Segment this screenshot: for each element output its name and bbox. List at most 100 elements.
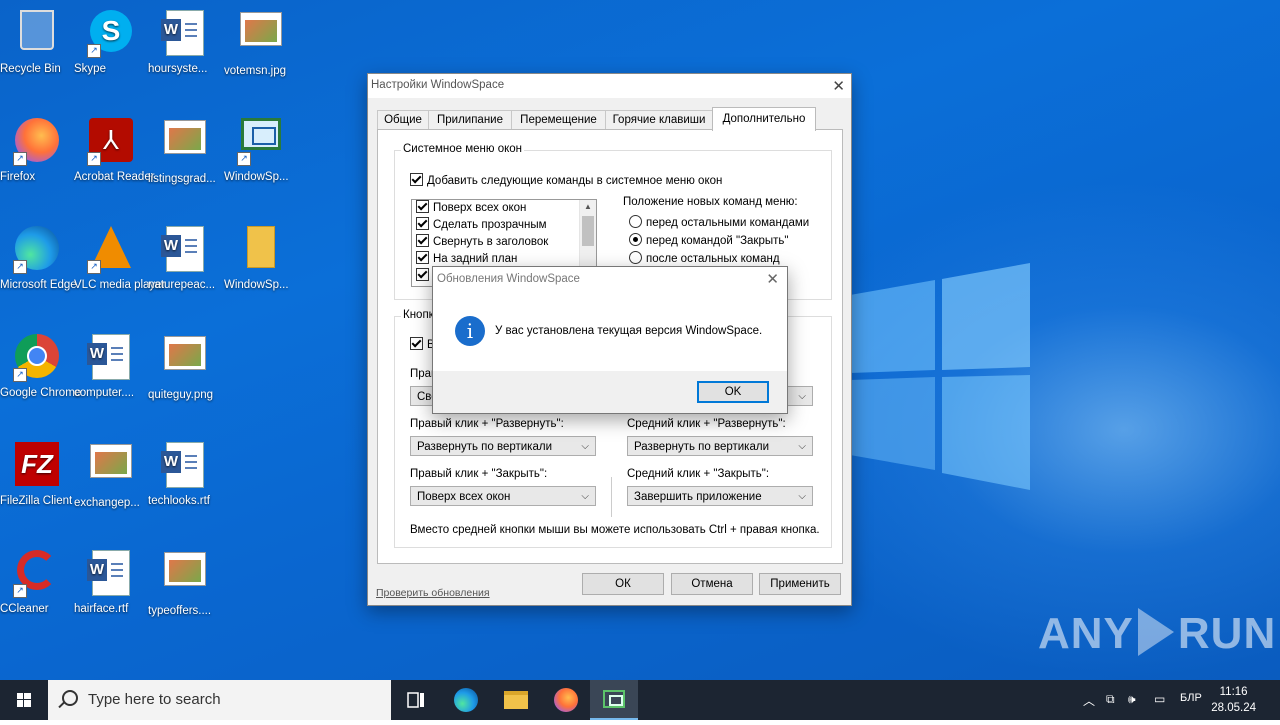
desktop-icon-chrome[interactable]: ↗ Google Chrome bbox=[0, 328, 81, 399]
desktop-icon-listingsgrad[interactable]: listingsgrad... bbox=[148, 112, 222, 185]
desktop-icon-recycle-bin[interactable]: Recycle Bin bbox=[0, 4, 74, 75]
chevron-down-icon: ⌵ bbox=[798, 391, 806, 402]
desktop-icon-label: Acrobat Reader bbox=[74, 171, 155, 183]
checkbox-checked-icon bbox=[416, 234, 429, 247]
desktop-icon-firefox[interactable]: ↗ Firefox bbox=[0, 112, 74, 183]
right-max-select[interactable]: Развернуть по вертикали ⌵ bbox=[410, 436, 596, 456]
desktop-icon-windowspace-folder[interactable]: WindowSp... bbox=[224, 220, 298, 291]
desktop-icon-windowspace-shortcut[interactable]: ↗ WindowSp... bbox=[224, 112, 298, 183]
tab-moving[interactable]: Перемещение bbox=[511, 110, 606, 130]
desktop-icon-vlc[interactable]: ↗ VLC media player bbox=[74, 220, 165, 291]
chevron-up-icon[interactable]: ︿ bbox=[1083, 692, 1095, 709]
list-item-label: Свернуть в заголовок bbox=[433, 236, 549, 248]
ok-button[interactable]: ОК bbox=[582, 573, 664, 595]
popup-ok-button[interactable]: OK bbox=[697, 381, 769, 403]
desktop-icon-quiteguy[interactable]: quiteguy.png bbox=[148, 328, 222, 401]
apply-button[interactable]: Применить bbox=[759, 573, 841, 595]
list-item-label: На задний план bbox=[433, 253, 518, 265]
select-value: Развернуть по вертикали bbox=[634, 441, 769, 453]
desktop-icon-techlooks[interactable]: W techlooks.rtf bbox=[148, 436, 222, 507]
taskbar-windowspace[interactable] bbox=[590, 680, 638, 720]
task-view-button[interactable] bbox=[392, 680, 440, 720]
desktop-icon-naturepeac[interactable]: W naturepeac... bbox=[148, 220, 222, 291]
desktop-icon-label: listingsgrad... bbox=[148, 173, 216, 185]
list-item[interactable]: Поверх всех окон bbox=[412, 200, 596, 217]
right-close-select[interactable]: Поверх всех окон ⌵ bbox=[410, 486, 596, 506]
scroll-up-icon[interactable]: ▲ bbox=[580, 200, 596, 214]
check-updates-link[interactable]: Проверить обновления bbox=[376, 587, 490, 599]
desktop-icon-skype[interactable]: S ↗ Skype bbox=[74, 4, 148, 75]
play-icon bbox=[1137, 608, 1174, 656]
radio-label: после остальных команд bbox=[646, 253, 780, 265]
vlc-icon: ↗ bbox=[87, 226, 135, 274]
windowspace-icon bbox=[603, 690, 625, 708]
select-value: Развернуть по вертикали bbox=[417, 441, 552, 453]
image-file-icon bbox=[161, 120, 209, 168]
desktop-icon-filezilla[interactable]: FZ FileZilla Client bbox=[0, 436, 74, 507]
scroll-thumb[interactable] bbox=[582, 216, 594, 246]
popup-title: Обновления WindowSpace bbox=[437, 273, 580, 285]
windows-icon bbox=[17, 693, 31, 707]
taskbar-file-explorer[interactable] bbox=[492, 680, 540, 720]
image-file-icon bbox=[87, 444, 135, 492]
select-value: Завершить приложение bbox=[634, 491, 762, 503]
volume-icon[interactable]: 🕪 bbox=[1128, 692, 1136, 707]
desktop-icon-label: votemsn.jpg bbox=[224, 65, 287, 77]
desktop-icon-edge[interactable]: ↗ Microsoft Edge bbox=[0, 220, 77, 291]
desktop-icon-acrobat[interactable]: ⅄ ↗ Acrobat Reader bbox=[74, 112, 155, 183]
desktop-icon-label: FileZilla Client bbox=[0, 495, 73, 507]
word-document-icon: W bbox=[161, 10, 209, 58]
image-file-icon bbox=[161, 336, 209, 384]
desktop-icon-votemsn[interactable]: votemsn.jpg bbox=[224, 4, 298, 77]
middle-close-label: Средний клик + "Закрыть": bbox=[627, 468, 770, 480]
desktop-icon-typeoffers[interactable]: typeoffers.... bbox=[148, 544, 222, 617]
desktop-icon-label: exchangep... bbox=[74, 497, 140, 509]
add-commands-checkbox[interactable]: Добавить следующие команды в системное м… bbox=[410, 173, 722, 187]
desktop-icon-exchangep[interactable]: exchangep... bbox=[74, 436, 148, 509]
chevron-down-icon: ⌵ bbox=[581, 441, 589, 452]
close-icon[interactable]: ✕ bbox=[832, 77, 845, 95]
desktop-icon-label: Microsoft Edge bbox=[0, 279, 77, 291]
checkbox-checked-icon bbox=[416, 268, 429, 281]
middle-max-select[interactable]: Развернуть по вертикали ⌵ bbox=[627, 436, 813, 456]
list-item[interactable]: Свернуть в заголовок bbox=[412, 234, 596, 251]
tab-snapping[interactable]: Прилипание bbox=[428, 110, 512, 130]
taskbar-search-box[interactable]: Type here to search bbox=[48, 680, 391, 720]
position-radio-after-all[interactable]: после остальных команд bbox=[629, 251, 780, 265]
meet-now-icon[interactable]: ⧉ bbox=[1106, 692, 1115, 707]
list-item[interactable]: Сделать прозрачным bbox=[412, 217, 596, 234]
tab-general[interactable]: Общие bbox=[377, 110, 429, 130]
desktop-icon-hoursyste[interactable]: W hoursyste... bbox=[148, 4, 222, 75]
dialog-titlebar[interactable]: Настройки WindowSpace ✕ bbox=[368, 74, 851, 98]
language-indicator[interactable]: БЛР bbox=[1180, 692, 1202, 704]
desktop-icon-label: WindowSp... bbox=[224, 279, 289, 291]
radio-label: перед командой "Закрыть" bbox=[646, 235, 789, 247]
network-icon[interactable]: ▭ bbox=[1154, 692, 1165, 706]
cancel-button[interactable]: Отмена bbox=[671, 573, 753, 595]
desktop-icon-hairface[interactable]: W hairface.rtf bbox=[74, 544, 148, 615]
position-radio-before-close[interactable]: перед командой "Закрыть" bbox=[629, 233, 788, 247]
word-document-icon: W bbox=[161, 442, 209, 490]
tab-hotkeys[interactable]: Горячие клавиши bbox=[605, 110, 713, 130]
firefox-icon bbox=[554, 688, 578, 712]
position-radio-before-all[interactable]: перед остальными командами bbox=[629, 215, 809, 229]
middle-close-select[interactable]: Завершить приложение ⌵ bbox=[627, 486, 813, 506]
tab-advanced[interactable]: Дополнительно bbox=[712, 107, 816, 131]
clock[interactable]: 11:16 28.05.24 bbox=[1211, 684, 1256, 716]
start-button[interactable] bbox=[0, 680, 48, 720]
close-icon[interactable]: ✕ bbox=[766, 270, 779, 288]
chevron-down-icon: ⌵ bbox=[798, 491, 806, 502]
desktop-icon-ccleaner[interactable]: ↗ CCleaner bbox=[0, 544, 74, 615]
checkbox-checked-icon bbox=[416, 251, 429, 264]
chevron-down-icon: ⌵ bbox=[798, 441, 806, 452]
middle-max-label: Средний клик + "Развернуть": bbox=[627, 418, 786, 430]
group-label: Системное меню окон bbox=[401, 143, 525, 155]
taskbar-edge[interactable] bbox=[442, 680, 490, 720]
desktop-icon-computer-doc[interactable]: W computer.... bbox=[74, 328, 148, 399]
checkbox-label: Добавить следующие команды в системное м… bbox=[427, 175, 723, 187]
windowspace-icon: ↗ bbox=[237, 118, 285, 166]
taskbar-firefox[interactable] bbox=[542, 680, 590, 720]
firefox-icon: ↗ bbox=[13, 118, 61, 166]
anyrun-watermark: ANY RUN bbox=[1038, 608, 1276, 659]
radio-label: перед остальными командами bbox=[646, 217, 810, 229]
